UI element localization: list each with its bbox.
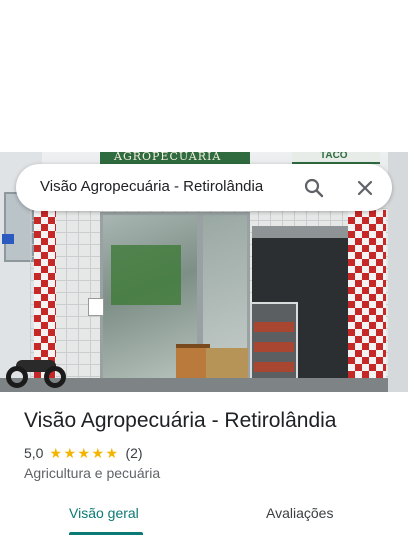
close-icon[interactable] [353, 176, 377, 200]
photo-red-tiles-right [348, 210, 386, 392]
rating-row[interactable]: 5,0 ★ ★ ★ ★ ★ (2) [24, 444, 143, 462]
tab-overview[interactable]: Visão geral [69, 505, 139, 521]
search-query[interactable]: Visão Agropecuária - Retirolândia [40, 178, 263, 195]
rating-value: 5,0 [24, 445, 44, 461]
star-icon: ★ [49, 444, 63, 461]
star-icon: ★ [63, 444, 77, 461]
place-category[interactable]: Agricultura e pecuária [24, 465, 160, 481]
star-icon: ★ [77, 444, 91, 461]
search-icon[interactable] [302, 176, 326, 200]
store-sign: AGROPECUÁRIA [100, 152, 250, 164]
photo-motorcycle [6, 352, 66, 388]
photo-doghouse [176, 344, 210, 380]
store-sign-text: AGROPECUÁRIA [114, 152, 222, 163]
photo-notice [88, 298, 104, 316]
tab-reviews[interactable]: Avaliações [266, 505, 333, 521]
blank-area [0, 0, 408, 152]
rating-stars: ★ ★ ★ ★ ★ [49, 444, 119, 461]
photo-shelf [250, 302, 298, 380]
star-icon: ★ [91, 444, 105, 461]
photo-house-plate [2, 234, 14, 244]
review-count[interactable]: (2) [125, 445, 142, 461]
store-sign-right-text: TACO [320, 152, 348, 161]
place-tabs: Visão geral Avaliações [0, 497, 408, 544]
active-tab-indicator [69, 532, 143, 535]
photo-window-poster [111, 245, 181, 305]
star-icon: ★ [105, 444, 119, 461]
place-title: Visão Agropecuária - Retirolândia [24, 409, 337, 432]
store-sign-right: TACO [292, 152, 380, 164]
search-bar[interactable]: Visão Agropecuária - Retirolândia [16, 164, 392, 211]
